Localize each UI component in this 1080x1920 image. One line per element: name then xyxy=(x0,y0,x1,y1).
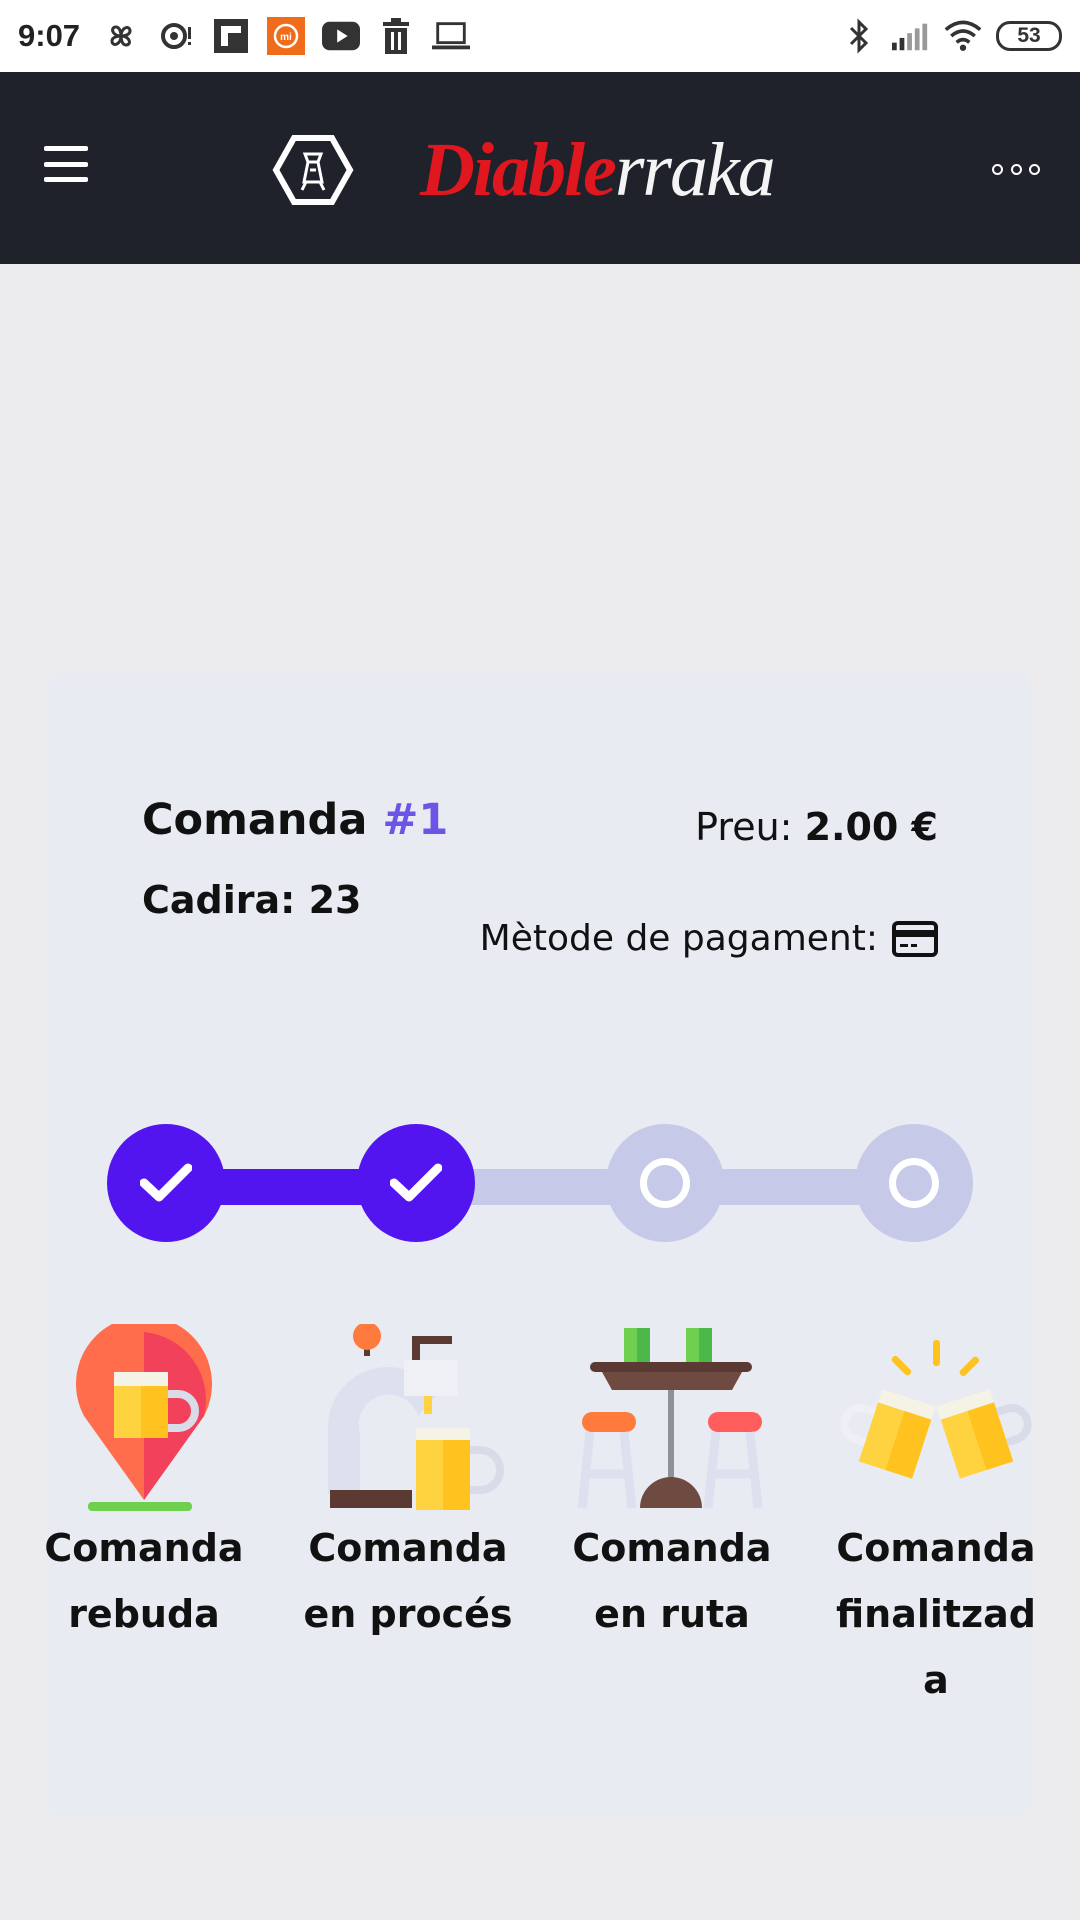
stage-label: Comanda xyxy=(836,1526,1036,1570)
flipboard-icon xyxy=(212,17,250,55)
cell-signal-icon xyxy=(892,17,930,55)
stage-label: a xyxy=(923,1658,949,1702)
stage-on-route: Comanda en ruta xyxy=(562,1324,782,1646)
app-header: Diablerraka xyxy=(0,72,1080,264)
check-icon xyxy=(140,1163,192,1202)
svg-text:mi: mi xyxy=(280,32,292,43)
stage-label: rebuda xyxy=(68,1592,220,1636)
stage-label: Comanda xyxy=(308,1526,508,1570)
brand-word-red: Diable xyxy=(420,128,617,212)
check-icon xyxy=(390,1163,442,1202)
brand-wordmark: Diablerraka xyxy=(420,128,776,212)
circle-outline-icon xyxy=(640,1158,690,1208)
stage-label: en procés xyxy=(303,1592,513,1636)
stage-label: en ruta xyxy=(594,1592,750,1636)
order-number: #1 xyxy=(382,795,449,845)
beer-tap-icon xyxy=(328,1324,504,1510)
step-3-pending xyxy=(606,1124,724,1242)
step-4-pending xyxy=(855,1124,973,1242)
credit-card-icon xyxy=(892,920,938,957)
wifi-icon xyxy=(944,17,982,55)
chair-info: Cadira: 23 xyxy=(142,878,361,922)
circle-outline-icon xyxy=(889,1158,939,1208)
stage-received: Comanda rebuda xyxy=(34,1324,254,1646)
mi-icon: mi xyxy=(267,17,306,55)
more-options-icon[interactable] xyxy=(992,154,1040,184)
chat-bubble-icon xyxy=(157,17,195,55)
payment-method: Mètode de pagament: xyxy=(480,918,938,959)
stage-label: Comanda xyxy=(44,1526,244,1570)
price-value: 2.00 € xyxy=(804,805,938,849)
price-info: Preu: 2.00 € xyxy=(695,805,938,849)
menu-icon[interactable] xyxy=(44,146,88,182)
stage-finished: Comanda finalitzad a xyxy=(826,1324,1046,1712)
laptop-icon xyxy=(432,17,471,55)
stage-label: finalitzad xyxy=(835,1592,1037,1636)
payment-label: Mètode de pagament: xyxy=(479,918,878,959)
step-2-done xyxy=(357,1124,475,1242)
bar-table-stools-icon xyxy=(577,1328,763,1509)
order-title: Comanda #1 xyxy=(142,795,448,845)
status-time: 9:07 xyxy=(18,18,81,53)
brand-word-white: rraka xyxy=(614,128,776,212)
stage-label: Comanda xyxy=(572,1526,772,1570)
chair-value: 23 xyxy=(308,878,362,922)
beer-location-pin-icon xyxy=(76,1324,212,1511)
chair-label: Cadira: xyxy=(142,878,296,922)
trash-icon xyxy=(377,17,415,55)
youtube-icon xyxy=(322,17,361,55)
battery-icon: 53 xyxy=(996,21,1062,51)
bluetooth-icon xyxy=(840,17,878,55)
order-label: Comanda xyxy=(142,795,368,845)
status-bar: 9:07 mi 53 xyxy=(0,0,1080,72)
brand-logo-icon xyxy=(272,135,354,205)
price-label: Preu: xyxy=(695,805,793,849)
pinwheel-icon xyxy=(102,17,140,55)
step-1-done xyxy=(107,1124,225,1242)
cheers-beers-icon xyxy=(840,1340,1032,1479)
stage-in-process: Comanda en procés xyxy=(298,1324,518,1646)
